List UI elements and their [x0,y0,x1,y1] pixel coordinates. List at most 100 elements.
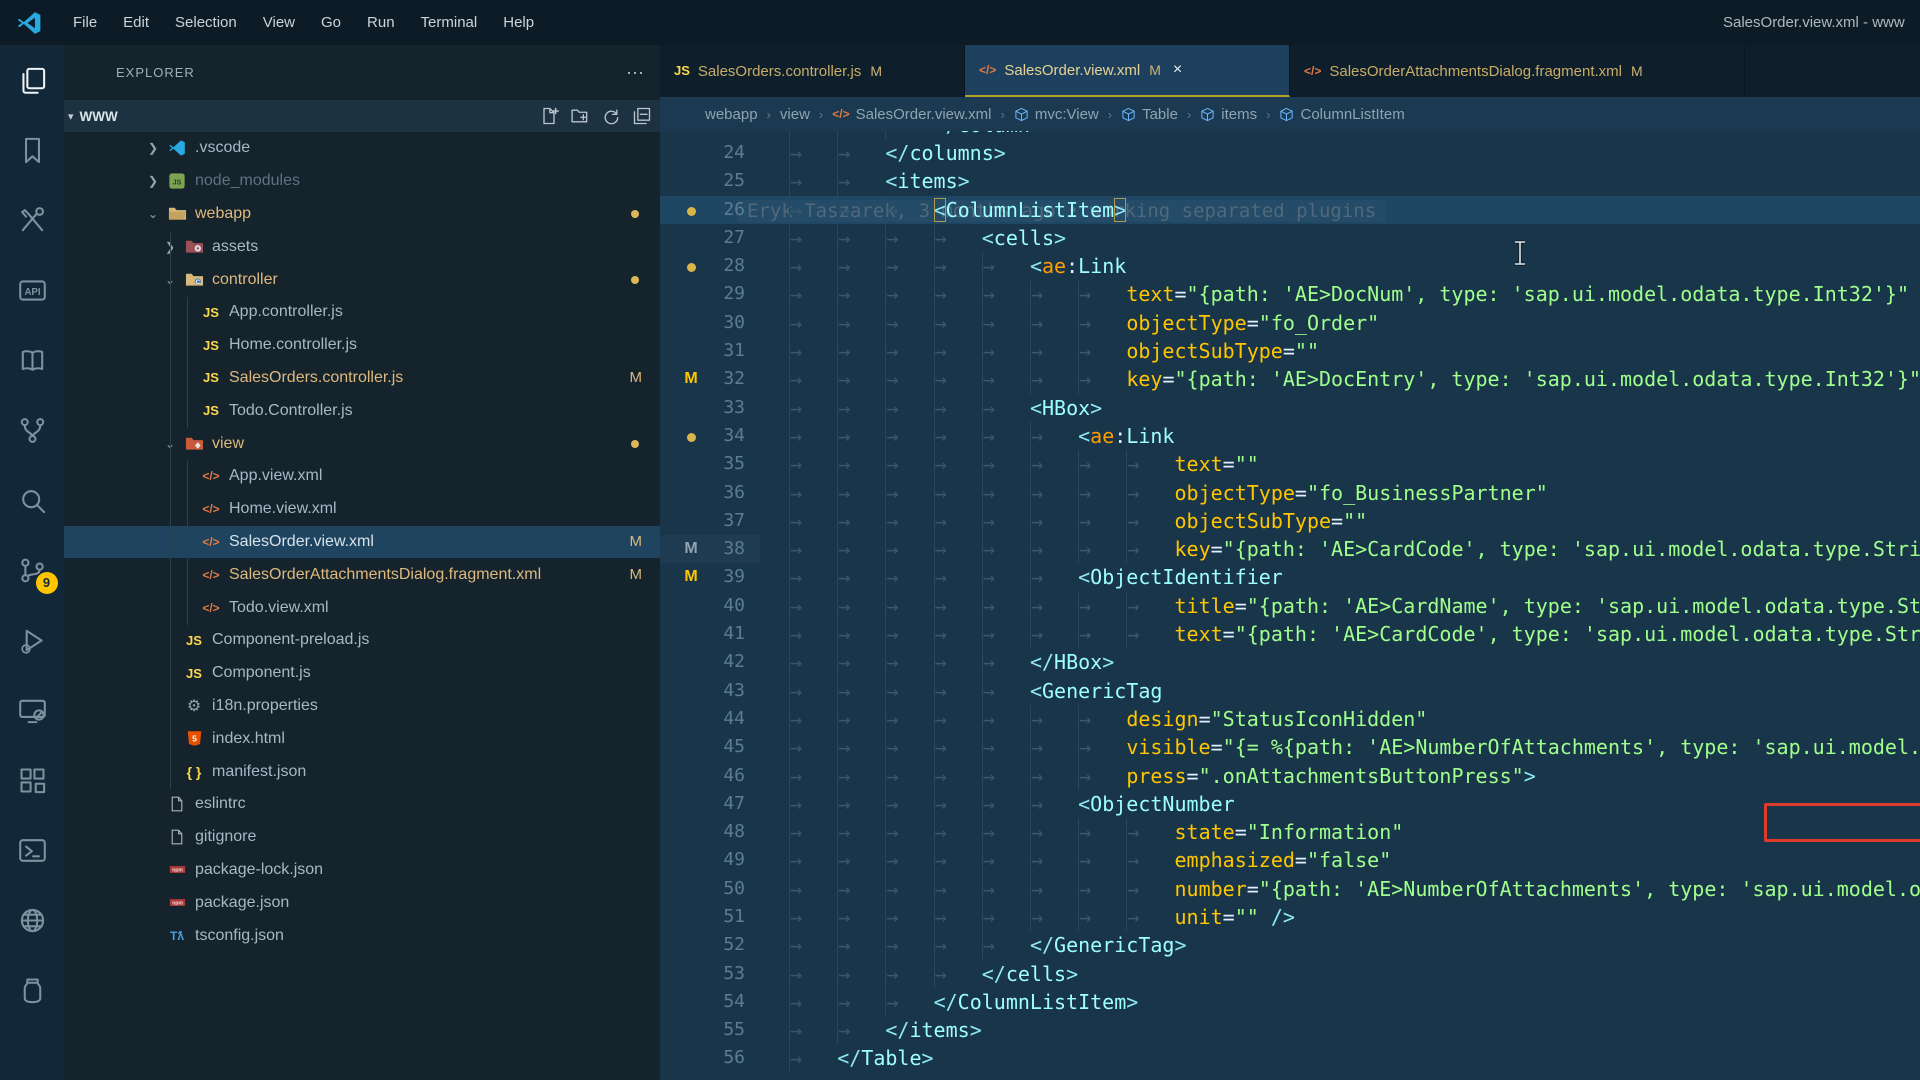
code-line-30[interactable]: 30 → → → → → → → objectType="fo_Order" [660,308,1920,338]
menu-run[interactable]: Run [354,0,408,45]
search-icon[interactable] [17,485,48,516]
breadcrumb-item[interactable]: view [780,106,810,123]
code-line-40[interactable]: 40 → → → → → → → → title="{path: 'AE>CardName', t… [660,591,1920,621]
refresh-icon[interactable] [601,106,621,126]
tab-salesorder-view-xml[interactable]: </> SalesOrder.view.xml M × [965,45,1290,97]
breadcrumb-item[interactable]: mvc:View [1014,106,1099,123]
code-line-43[interactable]: 43 → → → → → <GenericTag [660,676,1920,705]
new-file-icon[interactable] [539,106,559,126]
tree-item-gitignore[interactable]: gitignore [64,821,660,854]
code-line-31[interactable]: 31 → → → → → → → objectSubType="" [660,337,1920,366]
code-line-33[interactable]: 33 → → → → → <HBox> [660,393,1920,422]
code-line-39[interactable]: 39 M → → → → → → <ObjectIdentifier [660,563,1920,592]
code-line-26[interactable]: 26 → → → <ColumnListItem> Eryk Taszarek, 3 mo… [660,195,1920,224]
code-line-50[interactable]: 50 → → → → → → → → number="{path: 'AE>NumberOfAtt… [660,874,1920,903]
collapse-all-icon[interactable] [632,106,652,126]
code-line-24[interactable]: 24 → → </columns> [660,138,1920,168]
menu-terminal[interactable]: Terminal [408,0,491,45]
code-line-37[interactable]: 37 → → → → → → → → objectSubType="" [660,506,1920,536]
tree-item-home-controller-js[interactable]: JS Home.controller.js [64,329,660,362]
tree-item-app-view-xml[interactable]: </> App.view.xml [64,460,660,493]
tree-item-todo-controller-js[interactable]: JS Todo.Controller.js [64,394,660,427]
files-icon[interactable] [17,65,48,96]
book-icon[interactable] [17,345,48,376]
code-line-25[interactable]: 25 → → <items> [660,167,1920,196]
database-icon[interactable] [17,975,48,1006]
menu-help[interactable]: Help [490,0,547,45]
breadcrumb-item[interactable]: ColumnListItem [1279,106,1405,123]
code-editor[interactable]: 23→→→</Column>24→→</columns>25→→<items>2… [660,110,1920,1073]
code-line-36[interactable]: 36 → → → → → → → → objectType="fo_BusinessPartner… [660,478,1920,507]
tree-item-app-controller-js[interactable]: JS App.controller.js [64,296,660,329]
terminal-icon[interactable] [17,835,48,866]
tree-item-salesorders-controller-js[interactable]: JS SalesOrders.controller.js M [64,362,660,395]
code-line-56[interactable]: 56 → </Table> [660,1044,1920,1073]
tree-item-index-html[interactable]: 5 index.html [64,722,660,755]
code-line-42[interactable]: 42 → → → → → </HBox> [660,648,1920,677]
breadcrumb-item[interactable]: items [1200,106,1257,123]
tree-item--vscode[interactable]: ❯ .vscode [64,132,660,165]
explorer-section-header[interactable]: ▾ WWW [64,100,660,132]
code-line-51[interactable]: 51 → → → → → → → → unit="" /> [660,903,1920,932]
tree-item-manifest-json[interactable]: { } manifest.json [64,755,660,788]
indent-tab: → [1078,450,1126,479]
tree-item-assets[interactable]: ❯ assets [64,230,660,263]
code-line-29[interactable]: 29 → → → → → → → text="{path: 'AE>DocNum', type:… [660,280,1920,309]
code-line-44[interactable]: 44 → → → → → → → design="StatusIconHidden" [660,704,1920,734]
tree-item-package-json[interactable]: npm package.json [64,886,660,919]
source-control-icon[interactable]: 9 [17,555,58,594]
code-line-35[interactable]: 35 → → → → → → → → text="" [660,450,1920,479]
menu-edit[interactable]: Edit [110,0,162,45]
tree-item-salesorderattachmentsdialog-fragment-xml[interactable]: </> SalesOrderAttachmentsDialog.fragment.… [64,558,660,591]
tree-item-todo-view-xml[interactable]: </> Todo.view.xml [64,591,660,624]
tree-item-home-view-xml[interactable]: </> Home.view.xml [64,493,660,526]
code-line-38[interactable]: 38 M → → → → → → → → key="{path: 'AE>CardCode', ty… [660,535,1920,564]
globe-icon[interactable] [17,905,48,936]
menu-selection[interactable]: Selection [162,0,250,45]
code-line-46[interactable]: 46 → → → → → → → press=".onAttachmentsButtonPres… [660,761,1920,790]
tree-item-package-lock-json[interactable]: npm package-lock.json [64,854,660,887]
tree-item-i18n-properties[interactable]: ⚙ i18n.properties [64,690,660,723]
close-icon[interactable]: × [1173,61,1182,79]
tree-item-webapp[interactable]: ⌄ webapp [64,198,660,231]
code-line-45[interactable]: 45 → → → → → → → visible="{= %{path: 'AE>NumberO… [660,733,1920,762]
code-line-41[interactable]: 41 → → → → → → → → text="{path: 'AE>CardCode', ty… [660,620,1920,649]
code-line-47[interactable]: 47 → → → → → → <ObjectNumber [660,789,1920,819]
code-line-52[interactable]: 52 → → → → → </GenericTag> [660,931,1920,960]
menu-file[interactable]: File [60,0,110,45]
blocks-icon[interactable] [17,765,48,796]
menu-view[interactable]: View [250,0,308,45]
code-line-28[interactable]: 28 → → → → → <ae:Link [660,252,1920,281]
tree-item-component-js[interactable]: JS Component.js [64,657,660,690]
tree-item-salesorder-view-xml[interactable]: </> SalesOrder.view.xml M [64,525,660,559]
debug-icon[interactable] [17,625,48,656]
breadcrumb-item[interactable]: </> SalesOrder.view.xml [832,106,991,123]
code-line-48[interactable]: 48 → → → → → → → → state="Information" [660,818,1920,847]
tab-salesorderattachmentsdialog-fragment-xml[interactable]: </> SalesOrderAttachmentsDialog.fragment.… [1290,45,1745,97]
tree-item-eslintrc[interactable]: eslintrc [64,788,660,821]
tree-item-view[interactable]: ⌄ view [64,427,660,460]
tree-item-component-preload-js[interactable]: JS Component-preload.js [64,624,660,657]
menu-go[interactable]: Go [308,0,354,45]
code-line-27[interactable]: 27 → → → → <cells> [660,223,1920,253]
tree-item-controller[interactable]: ⌄ Ccontroller [64,263,660,296]
code-line-32[interactable]: 32 M → → → → → → → key="{path: 'AE>DocEntry', typ… [660,365,1920,394]
breadcrumb-item[interactable]: Table [1121,106,1178,123]
tab-salesorders-controller-js[interactable]: JS SalesOrders.controller.js M [660,45,965,97]
breadcrumb-item[interactable]: webapp [705,106,758,123]
tree-item-tsconfig-json[interactable]: Tƛ tsconfig.json [64,919,660,952]
more-actions-icon[interactable]: ⋯ [626,63,646,84]
graph-icon[interactable] [17,415,48,446]
bookmark-icon[interactable] [17,135,48,166]
code-line-34[interactable]: 34 → → → → → → <ae:Link [660,421,1920,451]
code-line-54[interactable]: 54 → → → </ColumnListItem> [660,987,1920,1017]
code-line-53[interactable]: 53 → → → → </cells> [660,959,1920,988]
new-folder-icon[interactable] [570,106,590,126]
tree-item-node-modules[interactable]: ❯ JS node_modules [64,165,660,198]
api-icon[interactable]: API [17,275,48,306]
code-line-55[interactable]: 55 → → </items> [660,1016,1920,1045]
code-line-49[interactable]: 49 → → → → → → → → emphasized="false" [660,846,1920,875]
tools-icon[interactable] [17,205,48,236]
remote-icon[interactable] [17,695,48,726]
token-v: ".onAttachmentsButtonPress" [1198,763,1524,788]
